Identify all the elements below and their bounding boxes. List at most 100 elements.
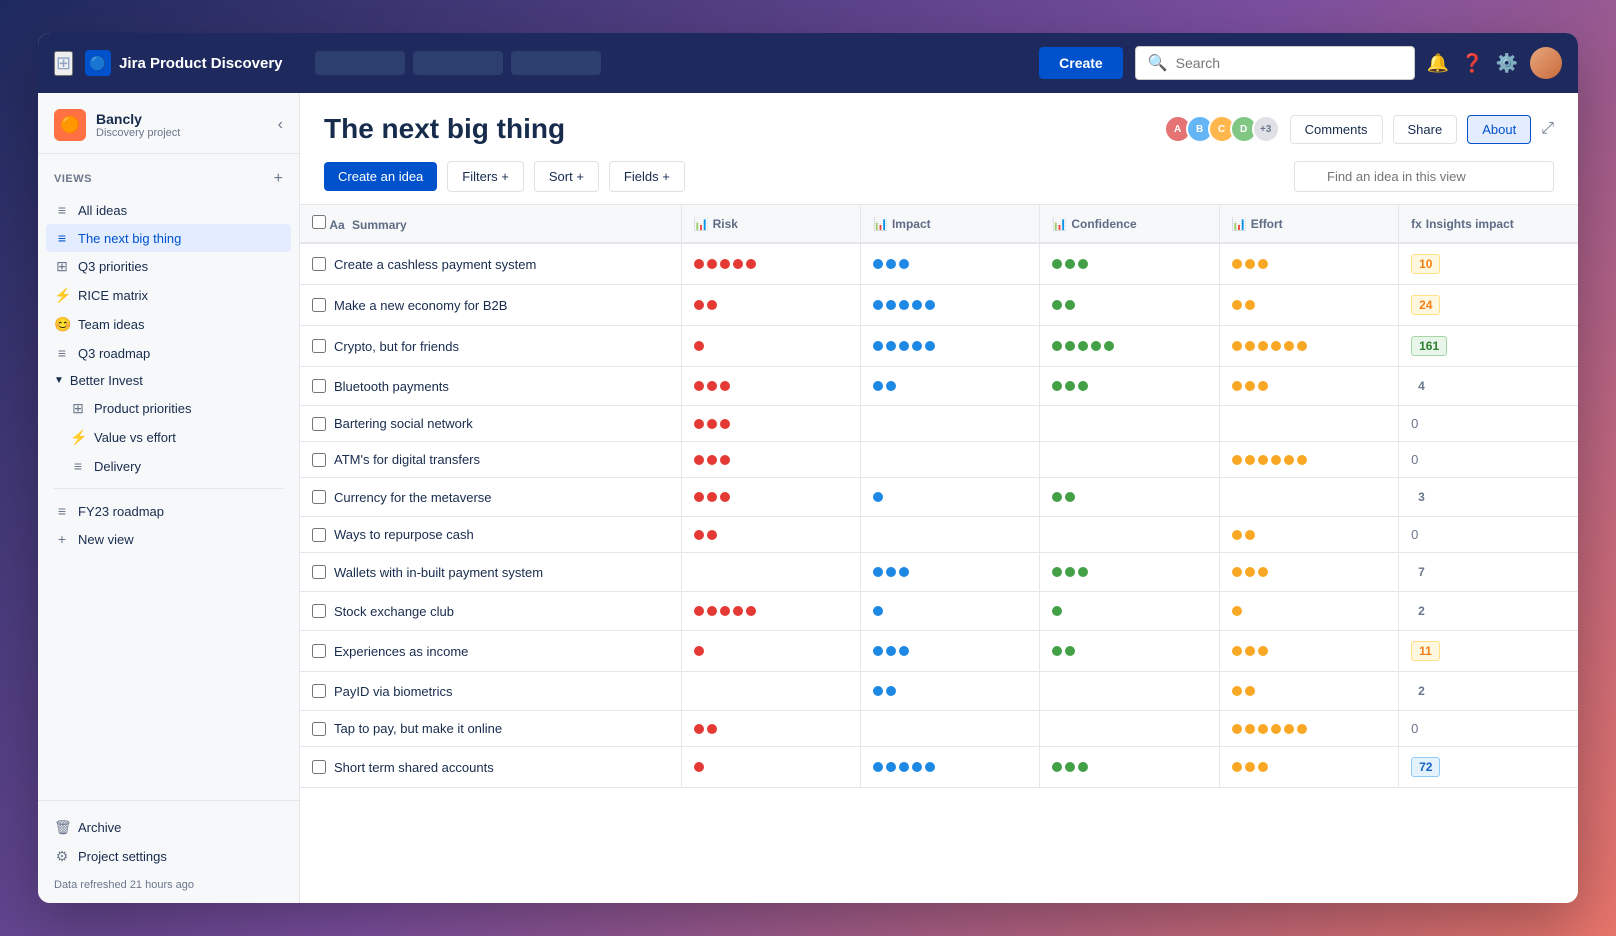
table-row[interactable]: Ways to repurpose cash0 [300, 517, 1578, 553]
new-view-icon: + [54, 531, 70, 547]
notifications-icon[interactable]: 🔔 [1427, 53, 1449, 74]
about-button[interactable]: About [1467, 115, 1531, 144]
ideas-table: Aa Summary 📊Risk 📊Impact 📊Confidence [300, 205, 1578, 788]
share-button[interactable]: Share [1393, 115, 1458, 144]
insights-cell: 11 [1399, 631, 1578, 672]
table-row[interactable]: Wallets with in-built payment system7 [300, 553, 1578, 592]
q3-priorities-icon: ⊞ [54, 258, 70, 275]
row-checkbox[interactable] [312, 339, 326, 353]
row-checkbox[interactable] [312, 490, 326, 504]
fields-button[interactable]: Fields + [609, 161, 685, 192]
sidebar-item-value-vs-effort[interactable]: ⚡ Value vs effort [62, 423, 291, 452]
sidebar-project: 🟠 Bancly Discovery project ‹ [38, 93, 299, 154]
sort-button[interactable]: Sort + [534, 161, 599, 192]
th-insights-impact: fxInsights impact [1399, 205, 1578, 243]
grid-icon[interactable]: ⊞ [54, 51, 73, 76]
sidebar-item-delivery[interactable]: ≡ Delivery [62, 452, 291, 480]
table-row[interactable]: Make a new economy for B2B24 [300, 285, 1578, 326]
insights-badge: 7 [1411, 563, 1432, 581]
sidebar-item-q3-priorities[interactable]: ⊞ Q3 priorities [46, 252, 291, 281]
table-row[interactable]: Crypto, but for friends161 [300, 326, 1578, 367]
insights-cell: 7 [1399, 553, 1578, 592]
sidebar-item-q3-roadmap[interactable]: ≡ Q3 roadmap [46, 339, 291, 367]
create-idea-button[interactable]: Create an idea [324, 162, 437, 191]
sidebar-item-product-priorities[interactable]: ⊞ Product priorities [62, 394, 291, 423]
search-input[interactable] [1176, 55, 1402, 71]
sidebar-item-label: Delivery [94, 459, 141, 474]
effort-cell [1219, 747, 1398, 788]
impact-cell [861, 406, 1040, 442]
confidence-cell [1040, 747, 1219, 788]
sidebar-collapse-button[interactable]: ‹ [278, 116, 283, 134]
create-button[interactable]: Create [1039, 47, 1123, 79]
table-row[interactable]: Create a cashless payment system10 [300, 243, 1578, 285]
sidebar-item-fy23-roadmap[interactable]: ≡ FY23 roadmap [46, 497, 291, 525]
group-label: Better Invest [70, 373, 143, 388]
fy23-icon: ≡ [54, 503, 70, 519]
risk-cell [681, 367, 860, 406]
breadcrumb-3[interactable] [511, 51, 601, 75]
row-checkbox[interactable] [312, 565, 326, 579]
table-row[interactable]: Bluetooth payments4 [300, 367, 1578, 406]
row-checkbox[interactable] [312, 298, 326, 312]
confidence-cell [1040, 285, 1219, 326]
row-checkbox[interactable] [312, 257, 326, 271]
effort-cell [1219, 631, 1398, 672]
impact-cell [861, 711, 1040, 747]
breadcrumb-2[interactable] [413, 51, 503, 75]
select-all-checkbox[interactable] [312, 215, 326, 229]
insights-badge: 3 [1411, 488, 1432, 506]
user-avatar[interactable] [1530, 47, 1562, 79]
summary-cell: ATM's for digital transfers [300, 442, 681, 478]
expand-button[interactable]: ⤢ [1541, 120, 1554, 138]
row-checkbox[interactable] [312, 722, 326, 736]
insights-cell: 0 [1399, 406, 1578, 442]
find-idea-wrapper: 🔍 [1294, 161, 1554, 192]
confidence-cell [1040, 326, 1219, 367]
row-checkbox[interactable] [312, 528, 326, 542]
effort-cell [1219, 478, 1398, 517]
sidebar-item-all-ideas[interactable]: ≡ All ideas [46, 196, 291, 224]
collaborators-avatars: A B C D +3 [1164, 115, 1280, 143]
settings-icon[interactable]: ⚙️ [1496, 53, 1518, 74]
insights-value: 0 [1411, 721, 1418, 736]
sidebar-group-better-invest[interactable]: ▼ Better Invest [46, 367, 291, 394]
row-checkbox[interactable] [312, 453, 326, 467]
table-row[interactable]: Experiences as income11 [300, 631, 1578, 672]
effort-cell [1219, 592, 1398, 631]
row-checkbox[interactable] [312, 417, 326, 431]
breadcrumb-1[interactable] [315, 51, 405, 75]
sidebar-item-archive[interactable]: 🗑 Archive [54, 813, 283, 842]
table-row[interactable]: Currency for the metaverse 3 [300, 478, 1578, 517]
table-row[interactable]: Tap to pay, but make it online0 [300, 711, 1578, 747]
help-icon[interactable]: ❓ [1461, 53, 1483, 74]
table-row[interactable]: Bartering social network 0 [300, 406, 1578, 442]
idea-title: ATM's for digital transfers [334, 452, 480, 467]
sidebar-item-project-settings[interactable]: ⚙ Project settings [54, 842, 283, 871]
sidebar-item-team-ideas[interactable]: 😊 Team ideas [46, 310, 291, 339]
table-row[interactable]: Stock exchange club2 [300, 592, 1578, 631]
row-checkbox[interactable] [312, 760, 326, 774]
add-view-button[interactable]: + [274, 170, 283, 188]
idea-title: Stock exchange club [334, 604, 454, 619]
sidebar-item-next-big-thing[interactable]: ≡ The next big thing [46, 224, 291, 252]
find-idea-input[interactable] [1294, 161, 1554, 192]
sidebar-item-rice-matrix[interactable]: ⚡ RICE matrix [46, 281, 291, 310]
table-row[interactable]: ATM's for digital transfers0 [300, 442, 1578, 478]
comments-button[interactable]: Comments [1290, 115, 1383, 144]
row-checkbox[interactable] [312, 684, 326, 698]
insights-badge: 10 [1411, 254, 1440, 274]
table-row[interactable]: Short term shared accounts72 [300, 747, 1578, 788]
row-checkbox[interactable] [312, 379, 326, 393]
table-row[interactable]: PayID via biometrics2 [300, 672, 1578, 711]
row-checkbox[interactable] [312, 644, 326, 658]
idea-title: Bartering social network [334, 416, 473, 431]
row-checkbox[interactable] [312, 604, 326, 618]
global-search[interactable]: 🔍 [1135, 46, 1415, 80]
idea-title: Currency for the metaverse [334, 490, 492, 505]
delivery-icon: ≡ [70, 458, 86, 474]
filters-button[interactable]: Filters + [447, 161, 524, 192]
confidence-cell [1040, 711, 1219, 747]
insights-badge: 24 [1411, 295, 1440, 315]
sidebar-item-new-view[interactable]: + New view [46, 525, 291, 553]
